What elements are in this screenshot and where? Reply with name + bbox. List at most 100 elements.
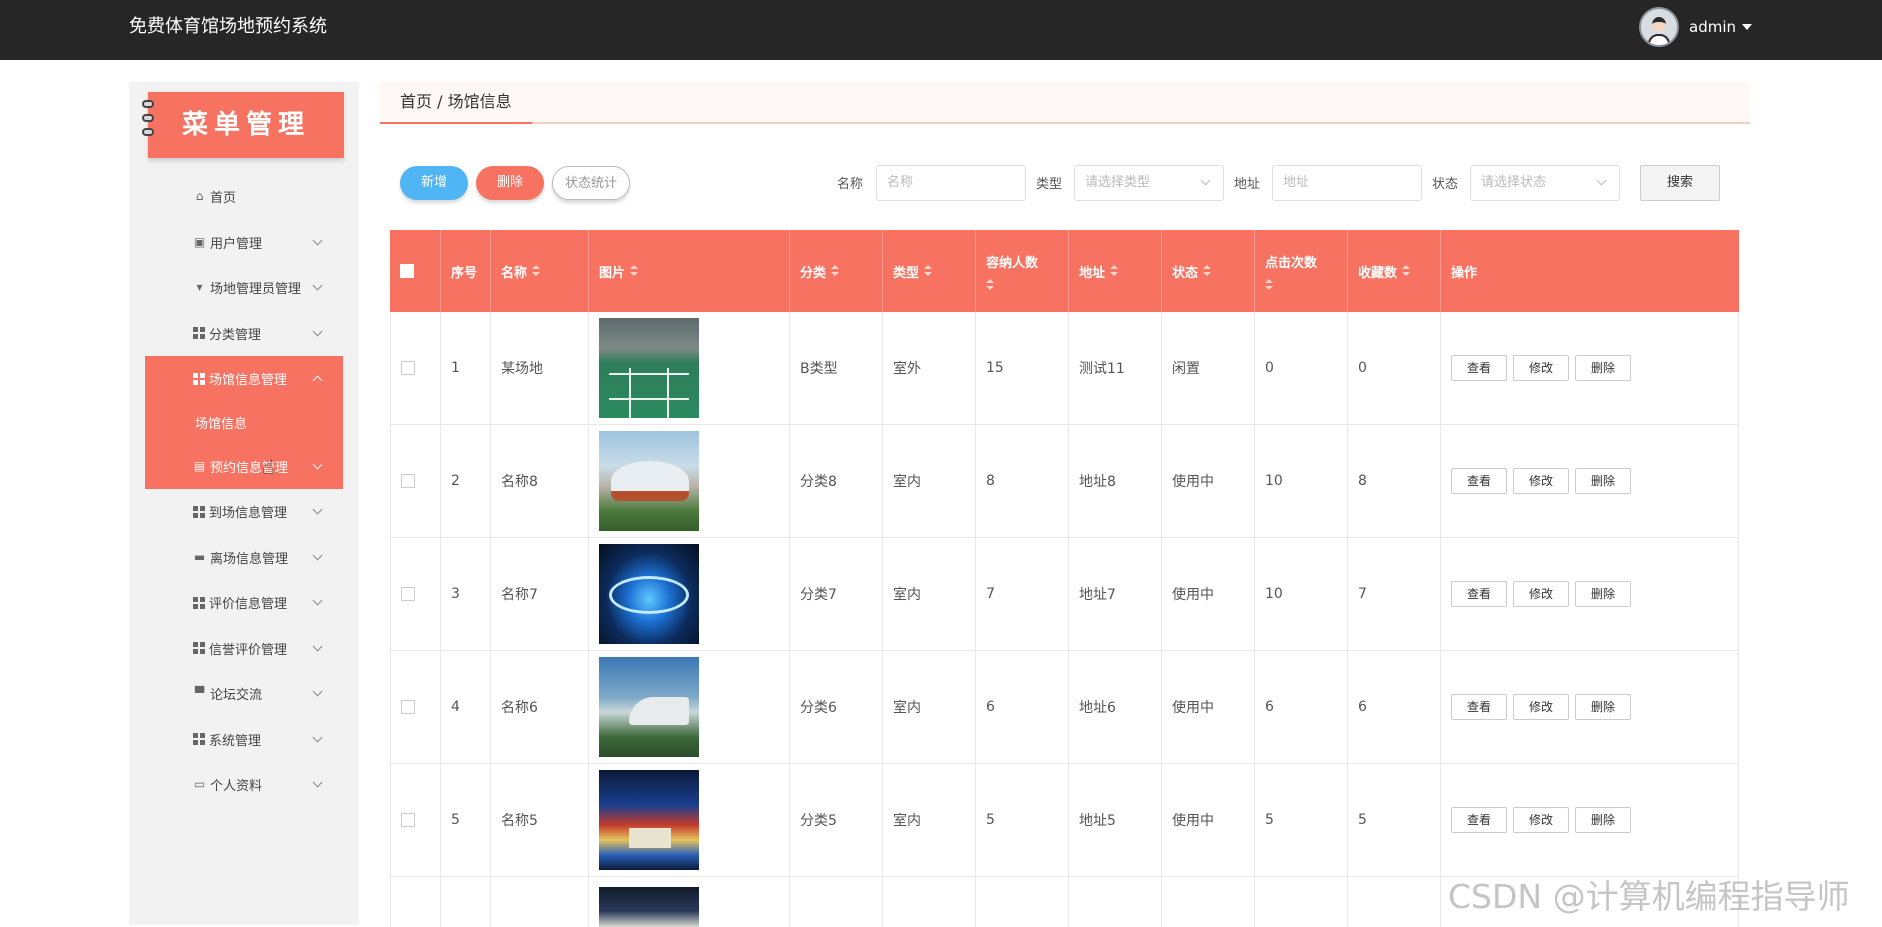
briefcase-icon: ▬ [193, 549, 206, 564]
sidebar-item-forum[interactable]: ▀ 论坛交流 [145, 671, 343, 717]
venue-image[interactable] [599, 887, 699, 927]
sidebar: 菜单管理 ⌂ 首页 ▣ 用户管理 ▾ 场地管理员管理 分类管理 场馆信息管理 场… [129, 82, 359, 925]
venue-image[interactable] [599, 657, 699, 757]
cell-capacity: 6 [976, 651, 1069, 763]
venue-image[interactable] [599, 770, 699, 870]
sidebar-item-categories[interactable]: 分类管理 [145, 311, 343, 357]
header-clicks[interactable]: 点击次数 [1255, 230, 1348, 312]
toolbar: 新增 删除 状态统计 名称 名称 类型 请选择类型 地址 地址 状态 请选择状态… [400, 165, 1720, 201]
header-address[interactable]: 地址 [1069, 230, 1162, 312]
chevron-down-icon [312, 686, 323, 697]
grid-icon [193, 327, 205, 340]
cell-category: B类型 [790, 312, 883, 424]
header-name[interactable]: 名称 [491, 230, 589, 312]
avatar[interactable] [1639, 7, 1679, 47]
row-checkbox[interactable] [401, 361, 415, 375]
delete-button[interactable]: 删除 [476, 166, 544, 200]
select-all-checkbox[interactable] [400, 264, 414, 278]
type-filter-label: 类型 [1036, 177, 1063, 192]
edit-button[interactable]: 修改 [1513, 468, 1570, 494]
cell-type: 室内 [883, 764, 976, 876]
status-filter-select[interactable]: 请选择状态 [1470, 165, 1620, 201]
row-checkbox[interactable] [401, 474, 415, 488]
user-menu[interactable]: admin [1639, 7, 1752, 47]
view-button[interactable]: 查看 [1451, 694, 1508, 720]
username[interactable]: admin [1689, 18, 1736, 36]
type-filter-placeholder: 请选择类型 [1085, 175, 1151, 190]
cell-category: 分类7 [790, 538, 883, 650]
type-filter-select[interactable]: 请选择类型 [1074, 165, 1224, 201]
binder-rings-icon [142, 100, 154, 142]
sidebar-item-profile[interactable]: ▭ 个人资料 [145, 762, 343, 808]
app-title: 免费体育馆场地预约系统 [129, 16, 327, 37]
delete-row-button[interactable]: 删除 [1575, 468, 1632, 494]
view-button[interactable]: 查看 [1451, 807, 1508, 833]
sidebar-item-venue-info-mgmt[interactable]: 场馆信息管理 [145, 356, 343, 402]
edit-button[interactable]: 修改 [1513, 581, 1570, 607]
view-button[interactable]: 查看 [1451, 468, 1508, 494]
sort-icon[interactable] [831, 265, 840, 277]
cell-address: 地址8 [1069, 425, 1162, 537]
sidebar-item-arrival[interactable]: 到场信息管理 [145, 489, 343, 535]
edit-button[interactable]: 修改 [1513, 694, 1570, 720]
venue-table: 序号 名称 图片 分类 类型 容纳人数 地址 状态 点击次数 收藏数 操作 1 … [390, 230, 1739, 927]
sort-icon[interactable] [986, 278, 994, 291]
header-type[interactable]: 类型 [883, 230, 976, 312]
header-image[interactable]: 图片 [589, 230, 790, 312]
sidebar-item-reviews[interactable]: 评价信息管理 [145, 580, 343, 626]
sidebar-item-credit[interactable]: 信誉评价管理 [145, 626, 343, 672]
sidebar-item-users[interactable]: ▣ 用户管理 [145, 220, 343, 266]
sort-icon[interactable] [924, 265, 933, 277]
breadcrumb-current[interactable]: 首页 / 场馆信息 [380, 82, 532, 124]
sort-icon[interactable] [1402, 265, 1411, 277]
sidebar-subitem-venue-info[interactable]: 场馆信息 [145, 401, 343, 444]
grid-icon [193, 596, 205, 609]
delete-row-button[interactable]: 删除 [1575, 807, 1632, 833]
venue-image[interactable] [599, 431, 699, 531]
header-favorites[interactable]: 收藏数 [1348, 230, 1441, 312]
cell-no: 3 [441, 538, 491, 650]
grid-icon [193, 642, 205, 655]
view-button[interactable]: 查看 [1451, 581, 1508, 607]
cell-favorites: 6 [1348, 651, 1441, 763]
sidebar-item-venue-admins[interactable]: ▾ 场地管理员管理 [145, 265, 343, 311]
venue-image[interactable] [599, 318, 699, 418]
header-status[interactable]: 状态 [1162, 230, 1255, 312]
status-filter-placeholder: 请选择状态 [1481, 175, 1547, 190]
delete-row-button[interactable]: 删除 [1575, 581, 1632, 607]
chart-icon: ▤ [193, 458, 206, 473]
sidebar-item-booking[interactable]: ▤ 预约信息管理 [145, 443, 343, 489]
venue-image[interactable] [599, 544, 699, 644]
row-checkbox[interactable] [401, 587, 415, 601]
cell-no: 1 [441, 312, 491, 424]
delete-row-button[interactable]: 删除 [1575, 694, 1632, 720]
search-button[interactable]: 搜索 [1640, 165, 1720, 201]
sort-icon[interactable] [630, 265, 639, 277]
row-checkbox[interactable] [401, 700, 415, 714]
view-button[interactable]: 查看 [1451, 355, 1508, 381]
add-button[interactable]: 新增 [400, 166, 468, 200]
row-checkbox[interactable] [401, 813, 415, 827]
sidebar-item-system[interactable]: 系统管理 [145, 717, 343, 763]
edit-button[interactable]: 修改 [1513, 807, 1570, 833]
sort-icon[interactable] [1110, 265, 1119, 277]
status-stats-button[interactable]: 状态统计 [552, 166, 630, 200]
cell-status: 使用中 [1162, 538, 1255, 650]
header-category[interactable]: 分类 [790, 230, 883, 312]
select-all-cell [390, 230, 441, 312]
address-filter-input[interactable]: 地址 [1272, 165, 1422, 201]
caret-down-icon[interactable] [1742, 24, 1752, 30]
delete-row-button[interactable]: 删除 [1575, 355, 1632, 381]
sidebar-item-departure[interactable]: ▬ 离场信息管理 [145, 535, 343, 581]
status-filter-label: 状态 [1432, 177, 1459, 192]
sort-icon[interactable] [1203, 265, 1212, 277]
sidebar-item-home[interactable]: ⌂ 首页 [145, 174, 343, 220]
name-filter-input[interactable]: 名称 [876, 165, 1026, 201]
header-capacity[interactable]: 容纳人数 [976, 230, 1069, 312]
sort-icon[interactable] [1265, 278, 1273, 291]
sidebar-item-label: 分类管理 [209, 327, 262, 343]
sidebar-item-label: 信誉评价管理 [209, 642, 288, 658]
edit-button[interactable]: 修改 [1513, 355, 1570, 381]
sidebar-item-label: 场馆信息管理 [209, 373, 288, 389]
sort-icon[interactable] [532, 265, 541, 277]
